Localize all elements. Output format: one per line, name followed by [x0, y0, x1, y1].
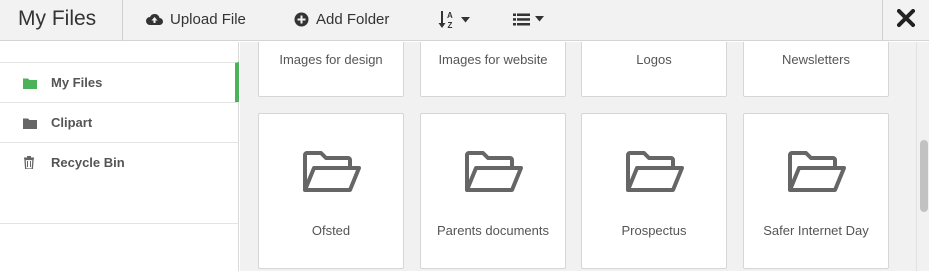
- sidebar-item-label: My Files: [51, 75, 103, 90]
- folder-name: Images for design: [279, 52, 383, 67]
- folder-name: Logos: [636, 52, 672, 67]
- sidebar-item-recycle-bin[interactable]: Recycle Bin: [0, 142, 239, 182]
- svg-text:A: A: [447, 11, 453, 20]
- folder-name: Parents documents: [436, 223, 549, 238]
- plus-circle-icon: [294, 12, 309, 27]
- sidebar-item-label: Clipart: [51, 115, 93, 130]
- list-view-icon: [513, 13, 530, 26]
- folder-name: Safer Internet Day: [763, 223, 869, 238]
- sort-alpha-icon: A Z: [438, 10, 456, 30]
- upload-file-button[interactable]: Upload File: [146, 8, 246, 30]
- svg-text:Z: Z: [448, 21, 453, 30]
- folder-open-icon: [787, 150, 847, 199]
- folder-tile[interactable]: Safer Internet Day: [743, 113, 889, 269]
- folder-tile[interactable]: Logos: [581, 42, 727, 97]
- sort-dropdown[interactable]: A Z: [438, 9, 470, 31]
- chevron-down-icon: [535, 16, 544, 22]
- folder-name: Images for website: [438, 52, 548, 67]
- folder-tile[interactable]: Images for design: [258, 42, 404, 97]
- sidebar-item-label: Recycle Bin: [51, 155, 125, 170]
- folder-icon: [23, 116, 37, 130]
- add-folder-button[interactable]: Add Folder: [294, 8, 389, 30]
- folder-open-icon: [625, 150, 685, 199]
- sidebar-item-my-files[interactable]: My Files: [0, 62, 239, 102]
- toolbar: My Files Upload File Add Folder A Z: [0, 0, 929, 41]
- folder-tile[interactable]: Parents documents: [420, 113, 566, 269]
- app-title: My Files: [18, 7, 97, 30]
- folder-tile[interactable]: Ofsted: [258, 113, 404, 269]
- scrollbar-thumb[interactable]: [920, 140, 928, 212]
- folder-tile[interactable]: Prospectus: [581, 113, 727, 269]
- folder-grid: Images for design Images for website Log…: [240, 42, 916, 271]
- upload-file-label: Upload File: [170, 10, 246, 28]
- sidebar: My Files Clipart Recycle Bin: [0, 42, 239, 271]
- add-folder-label: Add Folder: [316, 10, 390, 28]
- scrollbar[interactable]: [916, 42, 929, 271]
- folder-open-icon: [302, 150, 362, 199]
- close-button[interactable]: [882, 0, 929, 41]
- folder-open-icon: [464, 150, 524, 199]
- chevron-down-icon: [461, 17, 470, 23]
- view-mode-dropdown[interactable]: [513, 8, 544, 30]
- folder-name: Newsletters: [782, 52, 850, 67]
- toolbar-divider: [122, 0, 123, 41]
- folder-name: Ofsted: [311, 223, 351, 238]
- close-icon: [896, 8, 916, 32]
- folder-icon: [23, 76, 37, 90]
- folder-name: Prospectus: [621, 223, 687, 238]
- trash-icon: [23, 156, 37, 170]
- sidebar-divider: [0, 223, 239, 224]
- sidebar-item-clipart[interactable]: Clipart: [0, 102, 239, 142]
- cloud-upload-icon: [146, 12, 163, 26]
- folder-tile[interactable]: Newsletters: [743, 42, 889, 97]
- folder-tile[interactable]: Images for website: [420, 42, 566, 97]
